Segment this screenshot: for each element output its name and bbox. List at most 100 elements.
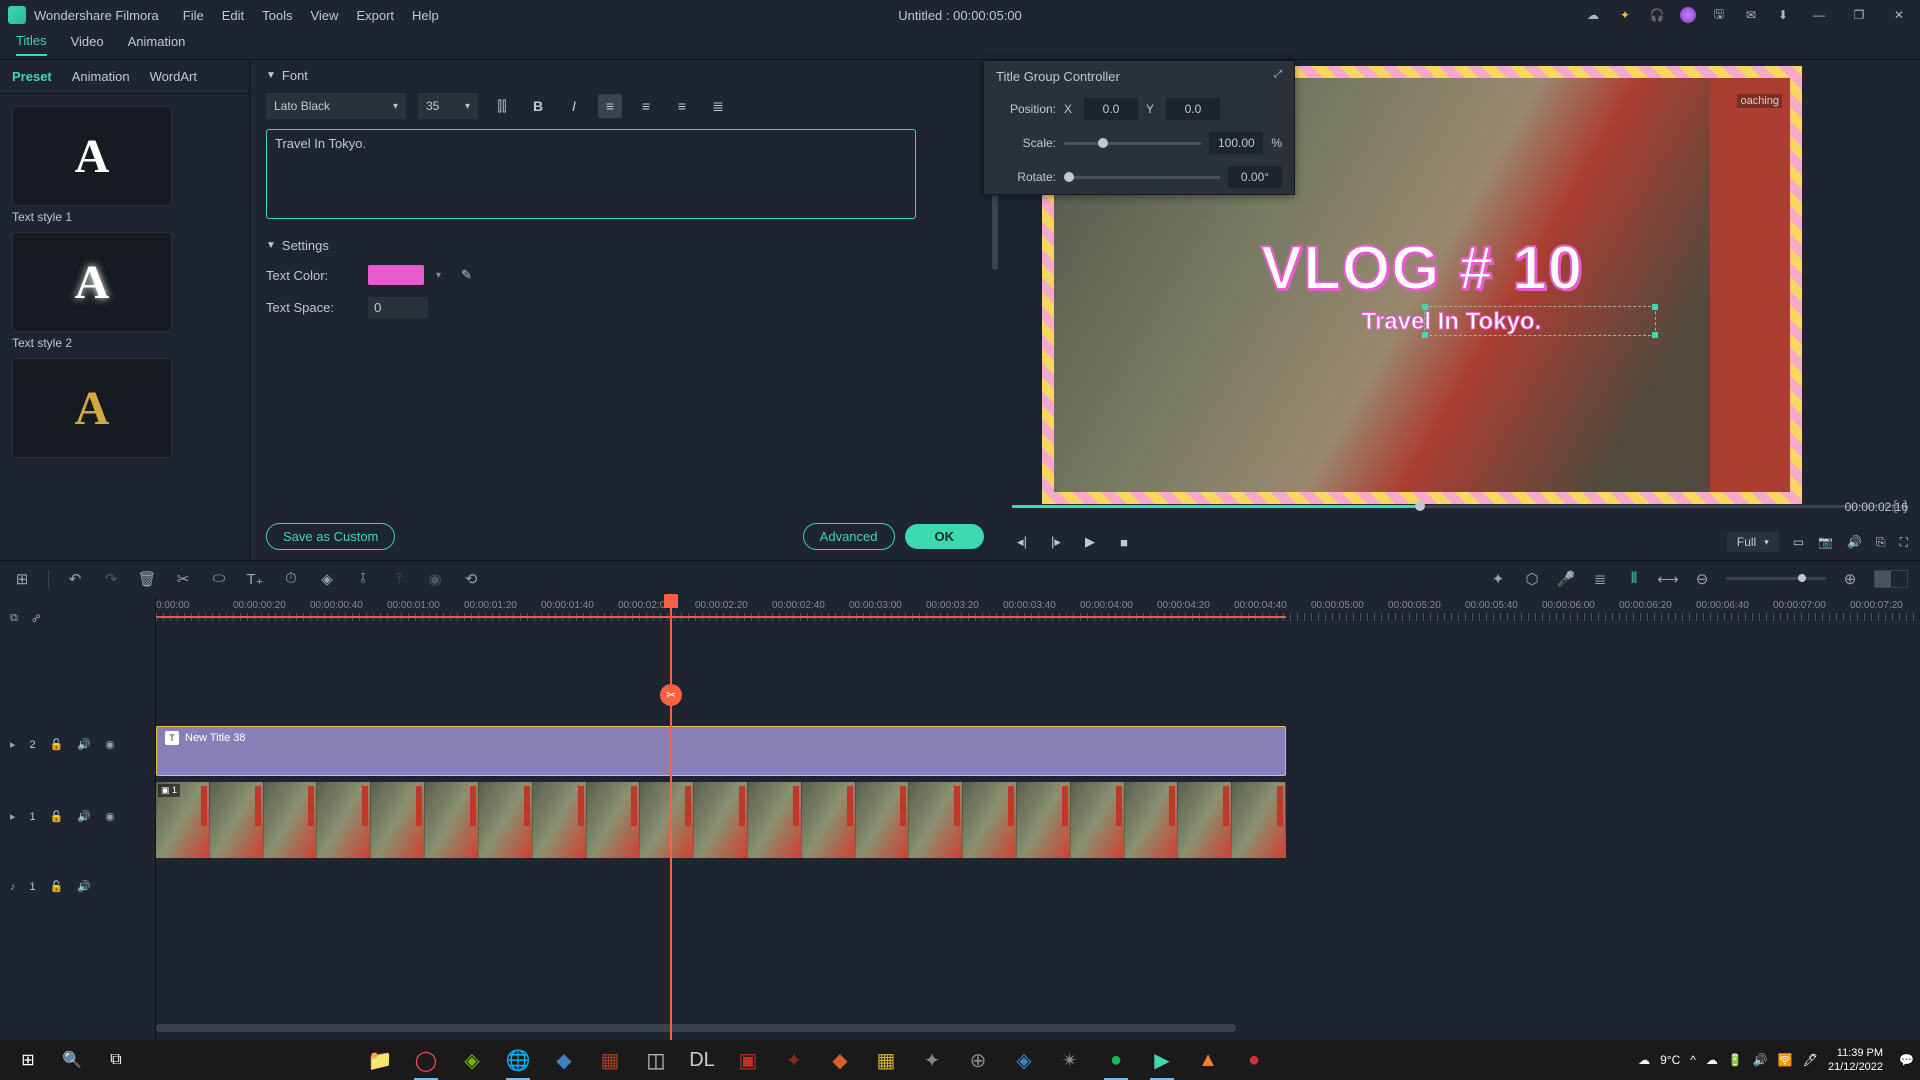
- taskbar-app-6[interactable]: ✦: [772, 1040, 816, 1080]
- tips-icon[interactable]: ✦: [1616, 6, 1634, 24]
- italic-button[interactable]: I: [562, 94, 586, 118]
- scale-slider[interactable]: [1064, 142, 1201, 145]
- tray-network-icon[interactable]: 🛜: [1778, 1053, 1793, 1067]
- lock-icon[interactable]: 🔓: [50, 880, 64, 893]
- video-clip[interactable]: ▣ 1: [156, 782, 1286, 858]
- maximize-button[interactable]: ❐: [1846, 8, 1872, 22]
- font-section-header[interactable]: ▼Font: [266, 68, 984, 83]
- color-icon[interactable]: ◈: [317, 569, 337, 589]
- lock-icon[interactable]: 🔓: [50, 810, 64, 823]
- track-toggle-icon[interactable]: ▸: [10, 738, 16, 751]
- align-center-button[interactable]: ≡: [634, 94, 658, 118]
- tab-titles[interactable]: Titles: [16, 33, 47, 56]
- settings-section-header[interactable]: ▼Settings: [266, 238, 984, 253]
- weather-temp[interactable]: 9°C: [1660, 1053, 1680, 1067]
- menu-edit[interactable]: Edit: [222, 8, 244, 23]
- ok-button[interactable]: OK: [905, 524, 985, 549]
- taskbar-app-10[interactable]: ⊕: [956, 1040, 1000, 1080]
- taskbar-app-1[interactable]: ◆: [542, 1040, 586, 1080]
- subtab-preset[interactable]: Preset: [12, 69, 52, 84]
- subtab-animation[interactable]: Animation: [72, 69, 130, 84]
- eyedropper-icon[interactable]: ✎: [461, 267, 472, 283]
- mute-icon[interactable]: 🔊: [77, 880, 91, 893]
- preview-title-main[interactable]: VLOG # 10: [1261, 233, 1584, 304]
- mute-icon[interactable]: 🔊: [77, 738, 91, 751]
- audio-icon[interactable]: ⫯: [389, 569, 409, 589]
- snapshot-icon[interactable]: 📷: [1818, 535, 1833, 549]
- visibility-icon[interactable]: ◉: [105, 810, 115, 823]
- spacing-icon[interactable]: ⫿⫿: [490, 94, 514, 118]
- taskbar-app-spotify[interactable]: ●: [1094, 1040, 1138, 1080]
- notification-icon[interactable]: ✉: [1742, 6, 1760, 24]
- subtab-wordart[interactable]: WordArt: [150, 69, 197, 84]
- quality-select[interactable]: Full▾: [1727, 532, 1779, 552]
- save-as-custom-button[interactable]: Save as Custom: [266, 523, 395, 550]
- snap-icon[interactable]: ⫴: [1624, 569, 1644, 589]
- taskbar-app-filmora[interactable]: ▶: [1140, 1040, 1184, 1080]
- title-clip[interactable]: TNew Title 38: [156, 726, 1286, 776]
- track-toggle-icon[interactable]: ▸: [10, 810, 16, 823]
- scale-input[interactable]: [1209, 132, 1263, 154]
- start-button[interactable]: ⊞: [6, 1040, 50, 1080]
- timeline-scrollbar[interactable]: [156, 1024, 1236, 1032]
- taskbar-app-12[interactable]: ✴: [1048, 1040, 1092, 1080]
- mute-icon[interactable]: 🔊: [77, 810, 91, 823]
- volume-icon[interactable]: 🔊: [1847, 535, 1862, 549]
- search-button[interactable]: 🔍: [50, 1040, 94, 1080]
- tray-chevron-icon[interactable]: ^: [1690, 1053, 1696, 1067]
- playhead[interactable]: ✂: [670, 596, 672, 1040]
- account-icon[interactable]: ●: [1680, 7, 1696, 23]
- minimize-button[interactable]: —: [1806, 8, 1832, 22]
- advanced-button[interactable]: Advanced: [803, 523, 895, 550]
- tray-onedrive-icon[interactable]: ☁: [1706, 1053, 1718, 1067]
- support-icon[interactable]: 🎧: [1648, 6, 1666, 24]
- visibility-icon[interactable]: ◉: [105, 738, 115, 751]
- align-justify-button[interactable]: ≣: [706, 94, 730, 118]
- tray-notifications-icon[interactable]: 💬: [1899, 1053, 1914, 1067]
- keyframe-icon[interactable]: ⟲: [461, 569, 481, 589]
- preset-item[interactable]: A Text style 1: [12, 106, 237, 224]
- track-manager-icon[interactable]: ⧉: [10, 612, 18, 625]
- lock-icon[interactable]: 🔓: [50, 738, 64, 751]
- taskbar-clock[interactable]: 11:39 PM 21/12/2022: [1828, 1046, 1883, 1074]
- taskbar-app-7[interactable]: ◆: [818, 1040, 862, 1080]
- preset-item[interactable]: A: [12, 358, 237, 458]
- font-size-select[interactable]: 35▾: [418, 93, 478, 119]
- render-icon[interactable]: ✦: [1488, 569, 1508, 589]
- taskbar-app-opera[interactable]: ◯: [404, 1040, 448, 1080]
- delete-button[interactable]: 🗑: [137, 569, 157, 589]
- zoom-slider[interactable]: [1726, 577, 1826, 580]
- voiceover-icon[interactable]: 🎤: [1556, 569, 1576, 589]
- selection-box[interactable]: [1424, 306, 1656, 336]
- align-right-button[interactable]: ≡: [670, 94, 694, 118]
- fullscreen-icon[interactable]: ⛶: [1900, 535, 1908, 550]
- preset-item[interactable]: A Text style 2: [12, 232, 237, 350]
- link-icon[interactable]: ⚯: [29, 611, 45, 627]
- display-icon[interactable]: ▭: [1793, 535, 1804, 549]
- audio-track-icon[interactable]: ♪: [10, 881, 16, 893]
- text-color-swatch[interactable]: [368, 265, 424, 285]
- menu-export[interactable]: Export: [356, 8, 394, 23]
- text-tool-icon[interactable]: T₊: [245, 569, 265, 589]
- taskbar-app-5[interactable]: ▣: [726, 1040, 770, 1080]
- tray-battery-icon[interactable]: 🔋: [1728, 1053, 1743, 1067]
- rotate-slider[interactable]: [1064, 176, 1220, 179]
- taskbar-app-9[interactable]: ✦: [910, 1040, 954, 1080]
- speed-icon[interactable]: ⏱: [281, 569, 301, 589]
- tray-language-icon[interactable]: 🖊: [1803, 1053, 1818, 1067]
- save-icon[interactable]: 🖫: [1710, 6, 1728, 24]
- taskbar-app-explorer[interactable]: 📁: [358, 1040, 402, 1080]
- zoom-out-button[interactable]: ⊖: [1692, 569, 1712, 589]
- color-dropdown-icon[interactable]: ▾: [436, 270, 441, 281]
- mixer-icon[interactable]: ≣: [1590, 569, 1610, 589]
- menu-help[interactable]: Help: [412, 8, 439, 23]
- close-button[interactable]: ✕: [1886, 8, 1912, 22]
- tray-volume-icon[interactable]: 🔊: [1753, 1053, 1768, 1067]
- split-icon[interactable]: ✂: [660, 684, 682, 706]
- bold-button[interactable]: B: [526, 94, 550, 118]
- taskbar-app-4[interactable]: DL: [680, 1040, 724, 1080]
- rotate-input[interactable]: [1228, 166, 1282, 188]
- text-space-input[interactable]: [368, 297, 428, 318]
- next-frame-button[interactable]: |▸: [1046, 532, 1066, 552]
- cloud-icon[interactable]: ☁: [1584, 6, 1602, 24]
